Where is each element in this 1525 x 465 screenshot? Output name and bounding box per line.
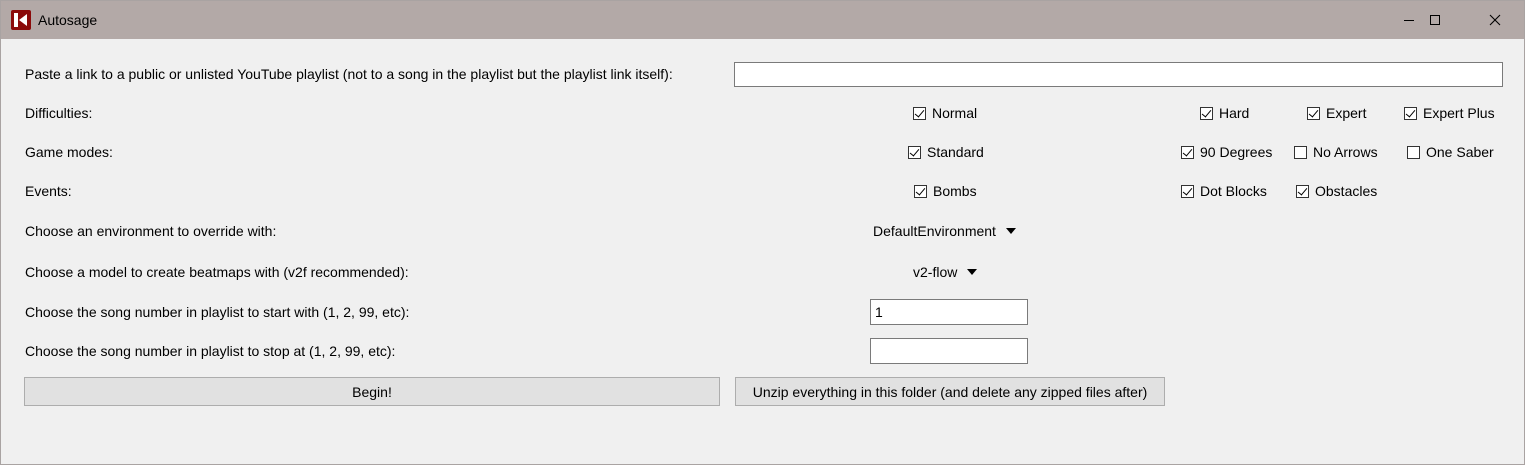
checkbox-icon [1404, 106, 1417, 120]
close-button[interactable] [1472, 1, 1518, 39]
checkbox-normal[interactable]: Normal [913, 105, 977, 121]
model-label: Choose a model to create beatmaps with (… [25, 264, 409, 280]
begin-button[interactable]: Begin! [24, 377, 720, 406]
difficulties-label: Difficulties: [25, 105, 93, 121]
checkbox-icon [1296, 184, 1309, 198]
checkbox-expert-label: Expert [1326, 105, 1367, 121]
checkbox-icon [1294, 145, 1307, 159]
checkbox-one-saber[interactable]: One Saber [1407, 144, 1494, 160]
checkbox-icon [1181, 145, 1194, 159]
playlist-label: Paste a link to a public or unlisted You… [25, 66, 673, 82]
checkbox-90-degrees[interactable]: 90 Degrees [1181, 144, 1272, 160]
app-window: Autosage Paste a link to a public or unl… [0, 0, 1525, 465]
checkbox-dot-blocks-label: Dot Blocks [1200, 183, 1267, 199]
stop-song-label: Choose the song number in playlist to st… [25, 343, 396, 359]
checkbox-icon [1181, 184, 1194, 198]
close-icon [1489, 14, 1501, 26]
checkbox-icon [1307, 106, 1320, 120]
maximize-icon [1430, 15, 1440, 25]
checkbox-expert[interactable]: Expert [1307, 105, 1366, 121]
checkbox-icon [1200, 106, 1213, 120]
checkbox-dot-blocks[interactable]: Dot Blocks [1181, 183, 1267, 199]
title-bar[interactable]: Autosage [1, 1, 1524, 39]
checkbox-icon [908, 145, 921, 159]
checkbox-no-arrows-label: No Arrows [1313, 144, 1378, 160]
checkbox-normal-label: Normal [932, 105, 978, 121]
checkbox-icon [914, 184, 927, 198]
checkbox-obstacles[interactable]: Obstacles [1296, 183, 1377, 199]
environment-selected: DefaultEnvironment [873, 223, 996, 239]
model-selected: v2-flow [913, 264, 958, 280]
maximize-button[interactable] [1412, 1, 1458, 39]
dropdown-arrow-icon [1005, 228, 1016, 234]
checkbox-hard[interactable]: Hard [1200, 105, 1249, 121]
dropdown-arrow-icon [967, 269, 978, 275]
checkbox-expert-plus-label: Expert Plus [1423, 105, 1495, 121]
checkbox-no-arrows[interactable]: No Arrows [1294, 144, 1378, 160]
checkbox-expert-plus[interactable]: Expert Plus [1404, 105, 1495, 121]
checkbox-icon [1407, 145, 1420, 159]
checkbox-bombs[interactable]: Bombs [914, 183, 977, 199]
checkbox-90-degrees-label: 90 Degrees [1200, 144, 1273, 160]
game-modes-label: Game modes: [25, 144, 113, 160]
stop-song-input[interactable] [870, 338, 1028, 364]
checkbox-hard-label: Hard [1219, 105, 1250, 121]
checkbox-standard[interactable]: Standard [908, 144, 984, 160]
checkbox-one-saber-label: One Saber [1426, 144, 1494, 160]
checkbox-bombs-label: Bombs [933, 183, 977, 199]
model-dropdown[interactable]: v2-flow [913, 264, 978, 280]
playlist-url-input[interactable] [734, 62, 1503, 87]
start-song-label: Choose the song number in playlist to st… [25, 304, 410, 320]
environment-dropdown[interactable]: DefaultEnvironment [873, 223, 1016, 239]
unzip-button[interactable]: Unzip everything in this folder (and del… [735, 377, 1165, 406]
checkbox-standard-label: Standard [927, 144, 984, 160]
checkbox-obstacles-label: Obstacles [1315, 183, 1378, 199]
environment-label: Choose an environment to override with: [25, 223, 277, 239]
start-song-input[interactable] [870, 299, 1028, 325]
events-label: Events: [25, 183, 72, 199]
window-title: Autosage [38, 12, 98, 28]
app-icon [11, 10, 31, 30]
checkbox-icon [913, 106, 926, 120]
